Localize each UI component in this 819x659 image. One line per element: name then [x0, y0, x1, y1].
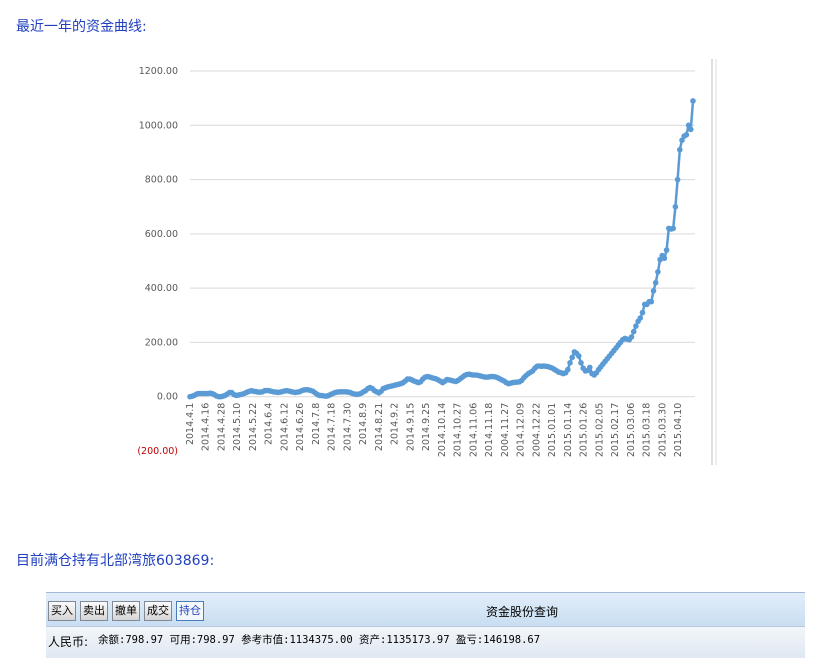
x-tick-label: 2015.04.10 [673, 403, 684, 457]
data-point [690, 98, 696, 104]
y-tick-label: 800.00 [145, 175, 178, 186]
x-tick-label: 2004.12.22 [531, 403, 542, 457]
holding-heading: 目前满仓持有北部湾旅603869: [16, 553, 215, 569]
data-point [683, 132, 690, 138]
buy-button[interactable]: 买入 [48, 601, 76, 621]
data-point [567, 360, 573, 366]
panel-title: 资金股份查询 [486, 605, 559, 619]
account-summary: 余额:798.97 可用:798.97 参考市值:1134375.00 资产:1… [98, 634, 541, 646]
equity-curve-chart: (200.00) 0.00 200.00 400.00 600.00 800.00 1000… [130, 55, 720, 470]
x-tick-label: 2014.9.2 [390, 403, 401, 445]
x-tick-label: 2015.03.06 [626, 403, 637, 457]
data-point [639, 309, 646, 316]
data-point [655, 269, 661, 275]
x-tick-label: 2014.4.28 [216, 403, 227, 451]
cancel-order-button[interactable]: 撤单 [112, 601, 140, 621]
x-tick-label: 2014.7.8 [311, 403, 322, 445]
x-tick-label: 2014.12.09 [516, 403, 527, 457]
y-tick-label: 200.00 [145, 337, 178, 348]
account-status-row: 人民币: 余额:798.97 可用:798.97 参考市值:1134375.00… [46, 626, 805, 658]
data-point [677, 146, 683, 153]
x-tick-label: 2014.7.30 [342, 403, 353, 451]
deals-button[interactable]: 成交 [144, 601, 172, 621]
y-tick-label: 400.00 [145, 283, 178, 294]
y-tick-label: 1200.00 [139, 66, 178, 77]
data-point [633, 323, 639, 329]
data-point [661, 255, 668, 262]
x-tick-label: 2014.8.9 [358, 403, 369, 445]
data-point [648, 298, 655, 305]
data-point [578, 360, 584, 366]
data-point [652, 279, 659, 286]
page: 最近一年的资金曲线: (200.00) 0.00 200.00 400.00 600.0… [0, 0, 819, 659]
y-tick-label: 0.00 [157, 392, 178, 403]
data-point [587, 364, 593, 371]
y-tick-label: 600.00 [145, 229, 178, 240]
x-tick-label: 2014.4.16 [201, 403, 212, 451]
y-tick-label: 1000.00 [139, 120, 178, 131]
x-tick-label: 2014.10.14 [437, 403, 448, 457]
data-point [628, 334, 635, 340]
x-tick-label: 2004.11.27 [500, 403, 511, 457]
chart-heading: 最近一年的资金曲线: [16, 19, 147, 35]
x-tick-label: 2014.6.4 [264, 403, 275, 445]
x-tick-label: 2015.03.18 [642, 403, 653, 457]
sell-button[interactable]: 卖出 [80, 601, 108, 621]
data-point [569, 354, 575, 361]
x-tick-label: 2014.7.18 [327, 403, 338, 451]
data-point [670, 225, 676, 232]
x-tick-label: 2014.5.10 [232, 403, 243, 451]
x-tick-label: 2014.10.27 [453, 403, 464, 457]
x-tick-label: 2015.02.17 [610, 403, 621, 457]
currency-label: 人民币: [48, 635, 89, 649]
data-point [565, 366, 571, 373]
data-point [650, 288, 657, 294]
x-tick-label: 2014.6.26 [295, 403, 306, 451]
x-tick-label: 2014.11.06 [468, 403, 479, 457]
x-tick-label: 2015.02.05 [594, 403, 605, 457]
x-tick-label: 2015.01.14 [563, 403, 574, 457]
x-tick-label: 2015.01.26 [579, 403, 590, 457]
data-point [672, 203, 679, 210]
data-point [637, 315, 644, 321]
positions-button[interactable]: 持仓 [176, 601, 204, 621]
x-tick-label: 2014.6.12 [279, 403, 290, 451]
x-tick-label: 2014.4.1 [185, 403, 196, 445]
trade-query-panel: 买入 卖出 撤单 成交 持仓 资金股份查询 人民币: 余额:798.97 可用:… [46, 592, 805, 658]
data-point [630, 328, 637, 335]
data-point [674, 176, 681, 183]
x-tick-label: 2014.9.25 [421, 403, 432, 451]
chart-svg: (200.00) 0.00 200.00 400.00 600.00 800.00 1000… [137, 59, 717, 465]
x-tick-label: 2014.5.22 [248, 403, 259, 451]
panel-toolbar: 买入 卖出 撤单 成交 持仓 资金股份查询 [46, 592, 805, 626]
data-point [663, 247, 670, 253]
x-tick-label: 2014.9.15 [405, 403, 416, 451]
x-tick-label: 2014.11.18 [484, 403, 495, 457]
x-tick-label: 2014.8.21 [374, 403, 385, 451]
data-point [576, 353, 582, 359]
x-tick-label: 2015.03.30 [657, 403, 668, 457]
data-point [688, 126, 694, 133]
y-tick-label: (200.00) [137, 446, 178, 457]
series-line [189, 100, 695, 398]
x-tick-label: 2015.01.01 [547, 403, 558, 457]
